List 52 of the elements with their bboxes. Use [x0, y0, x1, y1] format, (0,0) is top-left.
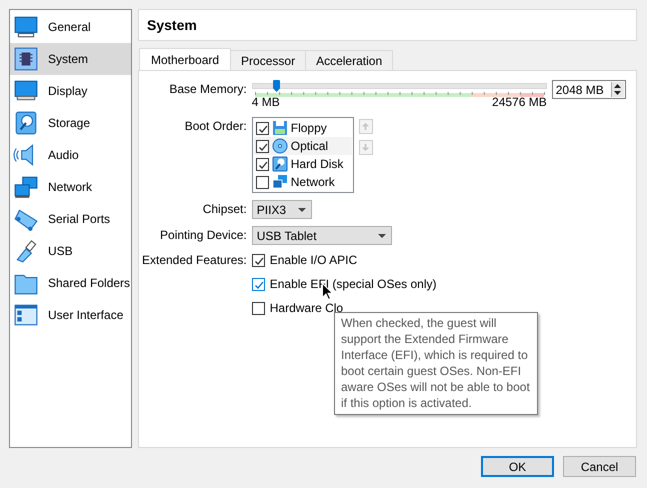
up-arrow-icon [361, 122, 370, 131]
feature-option[interactable]: Enable EFI (special OSes only) [252, 275, 626, 293]
network-icon [272, 174, 288, 190]
checkbox[interactable] [252, 254, 265, 266]
tab[interactable]: Motherboard [139, 48, 232, 70]
chip-icon [13, 46, 39, 72]
disc-icon [272, 138, 288, 154]
window-icon [13, 302, 39, 328]
sidebar-item[interactable]: General [10, 11, 131, 43]
memory-slider[interactable] [252, 80, 547, 98]
sidebar-item[interactable]: System [10, 43, 131, 75]
field-label: Extended Features: [142, 252, 247, 269]
slider-thumb[interactable] [273, 80, 280, 92]
memory-spinbox[interactable]: 2048 MB [552, 80, 626, 99]
tab[interactable]: Acceleration [305, 50, 394, 70]
scale-max-label: 24576 MB [492, 95, 547, 109]
sidebar-item[interactable]: USB [10, 235, 131, 267]
feature-option[interactable]: Enable I/O APIC [252, 251, 626, 269]
boot-device-item[interactable]: Hard Disk [254, 155, 352, 173]
checkbox[interactable] [256, 140, 269, 152]
sidebar-item[interactable]: Storage [10, 107, 131, 139]
sidebar-item[interactable]: Network [10, 171, 131, 203]
field-label: Chipset: [202, 201, 247, 218]
checkbox[interactable] [256, 176, 269, 188]
sidebar-item[interactable]: Display [10, 75, 131, 107]
scale-min-label: 4 MB [252, 95, 280, 109]
sidebar-item[interactable]: Audio [10, 139, 131, 171]
field-label: Base Memory: [168, 81, 247, 98]
sidebar-item[interactable]: Serial Ports [10, 203, 131, 235]
checkbox[interactable] [252, 278, 265, 290]
spin-arrows-icon[interactable] [610, 82, 624, 97]
boot-device-item[interactable]: Optical [254, 137, 352, 155]
dialog-button[interactable]: OK [481, 456, 554, 477]
field-label: Pointing Device: [159, 227, 247, 244]
caret-icon [298, 208, 306, 212]
boot-device-item[interactable]: Network [254, 173, 352, 191]
chipset-dropdown[interactable]: PIIX3 [252, 200, 312, 219]
caret-icon [378, 234, 386, 238]
down-arrow-icon [361, 143, 370, 152]
tooltip: When checked, the guest will support the Extended Firmware Interface (EFI), which is required to boot certain guest OSes. Non-EFI aware OSes will not be able to boot if this option is activated. [334, 312, 538, 415]
checkbox[interactable] [252, 302, 265, 314]
monitor-icon [13, 14, 39, 40]
page-title: System [138, 9, 637, 41]
pointing-device-dropdown[interactable]: USB Tablet [252, 226, 392, 245]
dialog-button[interactable]: Cancel [563, 456, 636, 477]
boot-device-item[interactable]: Floppy [254, 119, 352, 137]
checkbox[interactable] [256, 122, 269, 134]
network-icon [13, 174, 39, 200]
field-label: Boot Order: [184, 118, 247, 135]
checkbox[interactable] [256, 158, 269, 170]
sidebar-item[interactable]: User Interface [10, 299, 131, 331]
sidebar-item[interactable]: Shared Folders [10, 267, 131, 299]
